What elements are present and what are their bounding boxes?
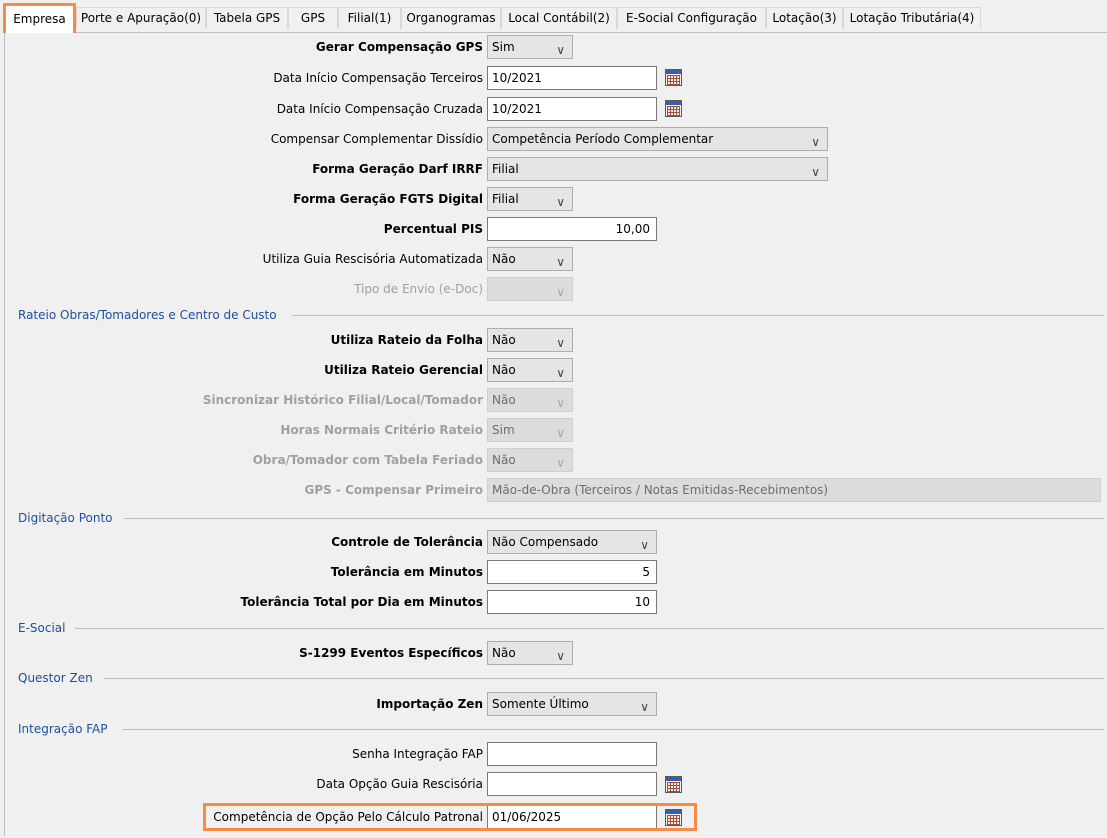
chevron-down-icon: ∨ <box>556 285 565 299</box>
horas-normais-criterio-label: Horas Normais Critério Rateio <box>280 423 483 437</box>
senha-integracao-fap-input[interactable] <box>487 742 657 766</box>
data-opcao-guia-label: Data Opção Guia Rescisória <box>316 777 483 791</box>
percentual-pis-label: Percentual PIS <box>383 222 483 236</box>
section-ponto-title: Digitação Ponto <box>18 511 113 525</box>
chevron-down-icon: ∨ <box>556 366 565 380</box>
section-fap-title: Integração FAP <box>18 722 108 736</box>
chevron-down-icon: ∨ <box>556 426 565 440</box>
chevron-down-icon: ∨ <box>556 456 565 470</box>
calendar-icon[interactable] <box>665 100 682 117</box>
tolerancia-total-dia-input[interactable]: 10 <box>487 590 657 614</box>
importacao-zen-label: Importação Zen <box>376 697 483 711</box>
tab-lotacao-tributaria[interactable]: Lotação Tributária(4) <box>843 7 981 29</box>
chevron-down-icon: ∨ <box>556 396 565 410</box>
sincronizar-historico-select: Não ∨ <box>487 388 573 412</box>
chevron-down-icon: ∨ <box>556 43 565 57</box>
utiliza-guia-rescisoria-label: Utiliza Guia Rescisória Automatizada <box>262 252 483 266</box>
utiliza-rateio-gerencial-select[interactable]: Não ∨ <box>487 358 573 382</box>
tolerancia-minutos-label: Tolerância em Minutos <box>330 565 483 579</box>
gerar-compensacao-gps-label: Gerar Compensação GPS <box>315 40 483 54</box>
data-inicio-comp-terceiros-input[interactable]: 10/2021 <box>487 66 657 90</box>
tipo-envio-edoc-select: ∨ <box>487 277 573 301</box>
horas-normais-criterio-value: Sim <box>492 423 515 437</box>
chevron-down-icon: ∨ <box>556 649 565 663</box>
forma-geracao-darf-irrf-label: Forma Geração Darf IRRF <box>312 162 483 176</box>
gerar-compensacao-gps-select[interactable]: Sim ∨ <box>487 35 573 59</box>
importacao-zen-select[interactable]: Somente Último ∨ <box>487 692 657 716</box>
controle-tolerancia-label: Controle de Tolerância <box>331 535 483 549</box>
importacao-zen-value: Somente Último <box>492 697 589 711</box>
forma-geracao-darf-irrf-select[interactable]: Filial ∨ <box>487 157 828 181</box>
sincronizar-historico-value: Não <box>492 393 516 407</box>
chevron-down-icon: ∨ <box>556 255 565 269</box>
tab-empresa[interactable]: Empresa <box>3 3 76 33</box>
s1299-eventos-select[interactable]: Não ∨ <box>487 641 573 665</box>
chevron-down-icon: ∨ <box>640 700 649 714</box>
utiliza-rateio-folha-value: Não <box>492 333 516 347</box>
tab-local-contabil[interactable]: Local Contábil(2) <box>501 7 617 29</box>
senha-integracao-fap-label: Senha Integração FAP <box>352 747 483 761</box>
section-esocial-title: E-Social <box>18 621 66 635</box>
utiliza-rateio-gerencial-value: Não <box>492 363 516 377</box>
section-fap-divider <box>122 729 1104 730</box>
s1299-eventos-label: S-1299 Eventos Específicos <box>299 646 483 660</box>
utiliza-guia-rescisoria-select[interactable]: Não ∨ <box>487 247 573 271</box>
forma-geracao-fgts-digital-value: Filial <box>492 192 519 206</box>
tipo-envio-edoc-label: Tipo de Envio (e-Doc) <box>354 282 483 296</box>
tab-esocial-configuracao[interactable]: E-Social Configuração <box>617 7 766 29</box>
data-inicio-comp-terceiros-label: Data Início Compensação Terceiros <box>273 71 483 85</box>
sincronizar-historico-label: Sincronizar Histórico Filial/Local/Tomad… <box>202 393 483 407</box>
forma-geracao-darf-irrf-value: Filial <box>492 162 519 176</box>
gps-compensar-primeiro-label: GPS - Compensar Primeiro <box>304 483 483 497</box>
utiliza-rateio-folha-select[interactable]: Não ∨ <box>487 328 573 352</box>
obra-tomador-feriado-select: Não ∨ <box>487 448 573 472</box>
section-questor-title: Questor Zen <box>18 671 93 685</box>
controle-tolerancia-select[interactable]: Não Compensado ∨ <box>487 530 657 554</box>
forma-geracao-fgts-digital-label: Forma Geração FGTS Digital <box>293 192 483 206</box>
tab-tabela-gps[interactable]: Tabela GPS <box>206 7 288 29</box>
horas-normais-criterio-select: Sim ∨ <box>487 418 573 442</box>
tolerancia-minutos-input[interactable]: 5 <box>487 560 657 584</box>
gps-compensar-primeiro-value: Mão-de-Obra (Terceiros / Notas Emitidas-… <box>492 483 829 497</box>
utiliza-guia-rescisoria-value: Não <box>492 252 516 266</box>
data-inicio-comp-cruzada-input[interactable]: 10/2021 <box>487 97 657 121</box>
tab-bar: Empresa Porte e Apuração(0) Tabela GPS G… <box>0 0 1107 33</box>
chevron-down-icon: ∨ <box>556 336 565 350</box>
compensar-complementar-dissidio-label: Compensar Complementar Dissídio <box>270 132 483 146</box>
chevron-down-icon: ∨ <box>556 195 565 209</box>
s1299-eventos-value: Não <box>492 646 516 660</box>
data-inicio-comp-cruzada-label: Data Início Compensação Cruzada <box>276 102 483 116</box>
obra-tomador-feriado-value: Não <box>492 453 516 467</box>
gps-compensar-primeiro-field: Mão-de-Obra (Terceiros / Notas Emitidas-… <box>487 478 1101 502</box>
calendar-icon[interactable] <box>665 69 682 86</box>
gerar-compensacao-gps-value: Sim <box>492 40 515 54</box>
calendar-icon[interactable] <box>665 776 682 793</box>
compensar-complementar-dissidio-select[interactable]: Competência Período Complementar ∨ <box>487 127 828 151</box>
controle-tolerancia-value: Não Compensado <box>492 535 599 549</box>
forma-geracao-fgts-digital-select[interactable]: Filial ∨ <box>487 187 573 211</box>
section-esocial-divider <box>75 628 1104 629</box>
obra-tomador-feriado-label: Obra/Tomador com Tabela Feriado <box>252 453 483 467</box>
utiliza-rateio-gerencial-label: Utiliza Rateio Gerencial <box>324 363 483 377</box>
tab-porte-apuracao[interactable]: Porte e Apuração(0) <box>76 7 206 29</box>
chevron-down-icon: ∨ <box>811 135 820 149</box>
highlight-competencia-patronal <box>203 803 697 831</box>
section-rateio-title: Rateio Obras/Tomadores e Centro de Custo <box>18 308 277 322</box>
tab-organogramas[interactable]: Organogramas <box>401 7 501 29</box>
tab-gps[interactable]: GPS <box>288 7 338 29</box>
tab-lotacao[interactable]: Lotação(3) <box>766 7 843 29</box>
percentual-pis-input[interactable]: 10,00 <box>487 217 657 241</box>
data-opcao-guia-input[interactable] <box>487 772 657 796</box>
section-ponto-divider <box>124 518 1104 519</box>
utiliza-rateio-folha-label: Utiliza Rateio da Folha <box>330 333 483 347</box>
compensar-complementar-dissidio-value: Competência Período Complementar <box>492 132 714 146</box>
section-questor-divider <box>104 678 1104 679</box>
tolerancia-total-dia-label: Tolerância Total por Dia em Minutos <box>240 595 483 609</box>
tab-filial[interactable]: Filial(1) <box>338 7 401 29</box>
chevron-down-icon: ∨ <box>811 165 820 179</box>
chevron-down-icon: ∨ <box>640 538 649 552</box>
section-rateio-divider <box>292 315 1104 316</box>
